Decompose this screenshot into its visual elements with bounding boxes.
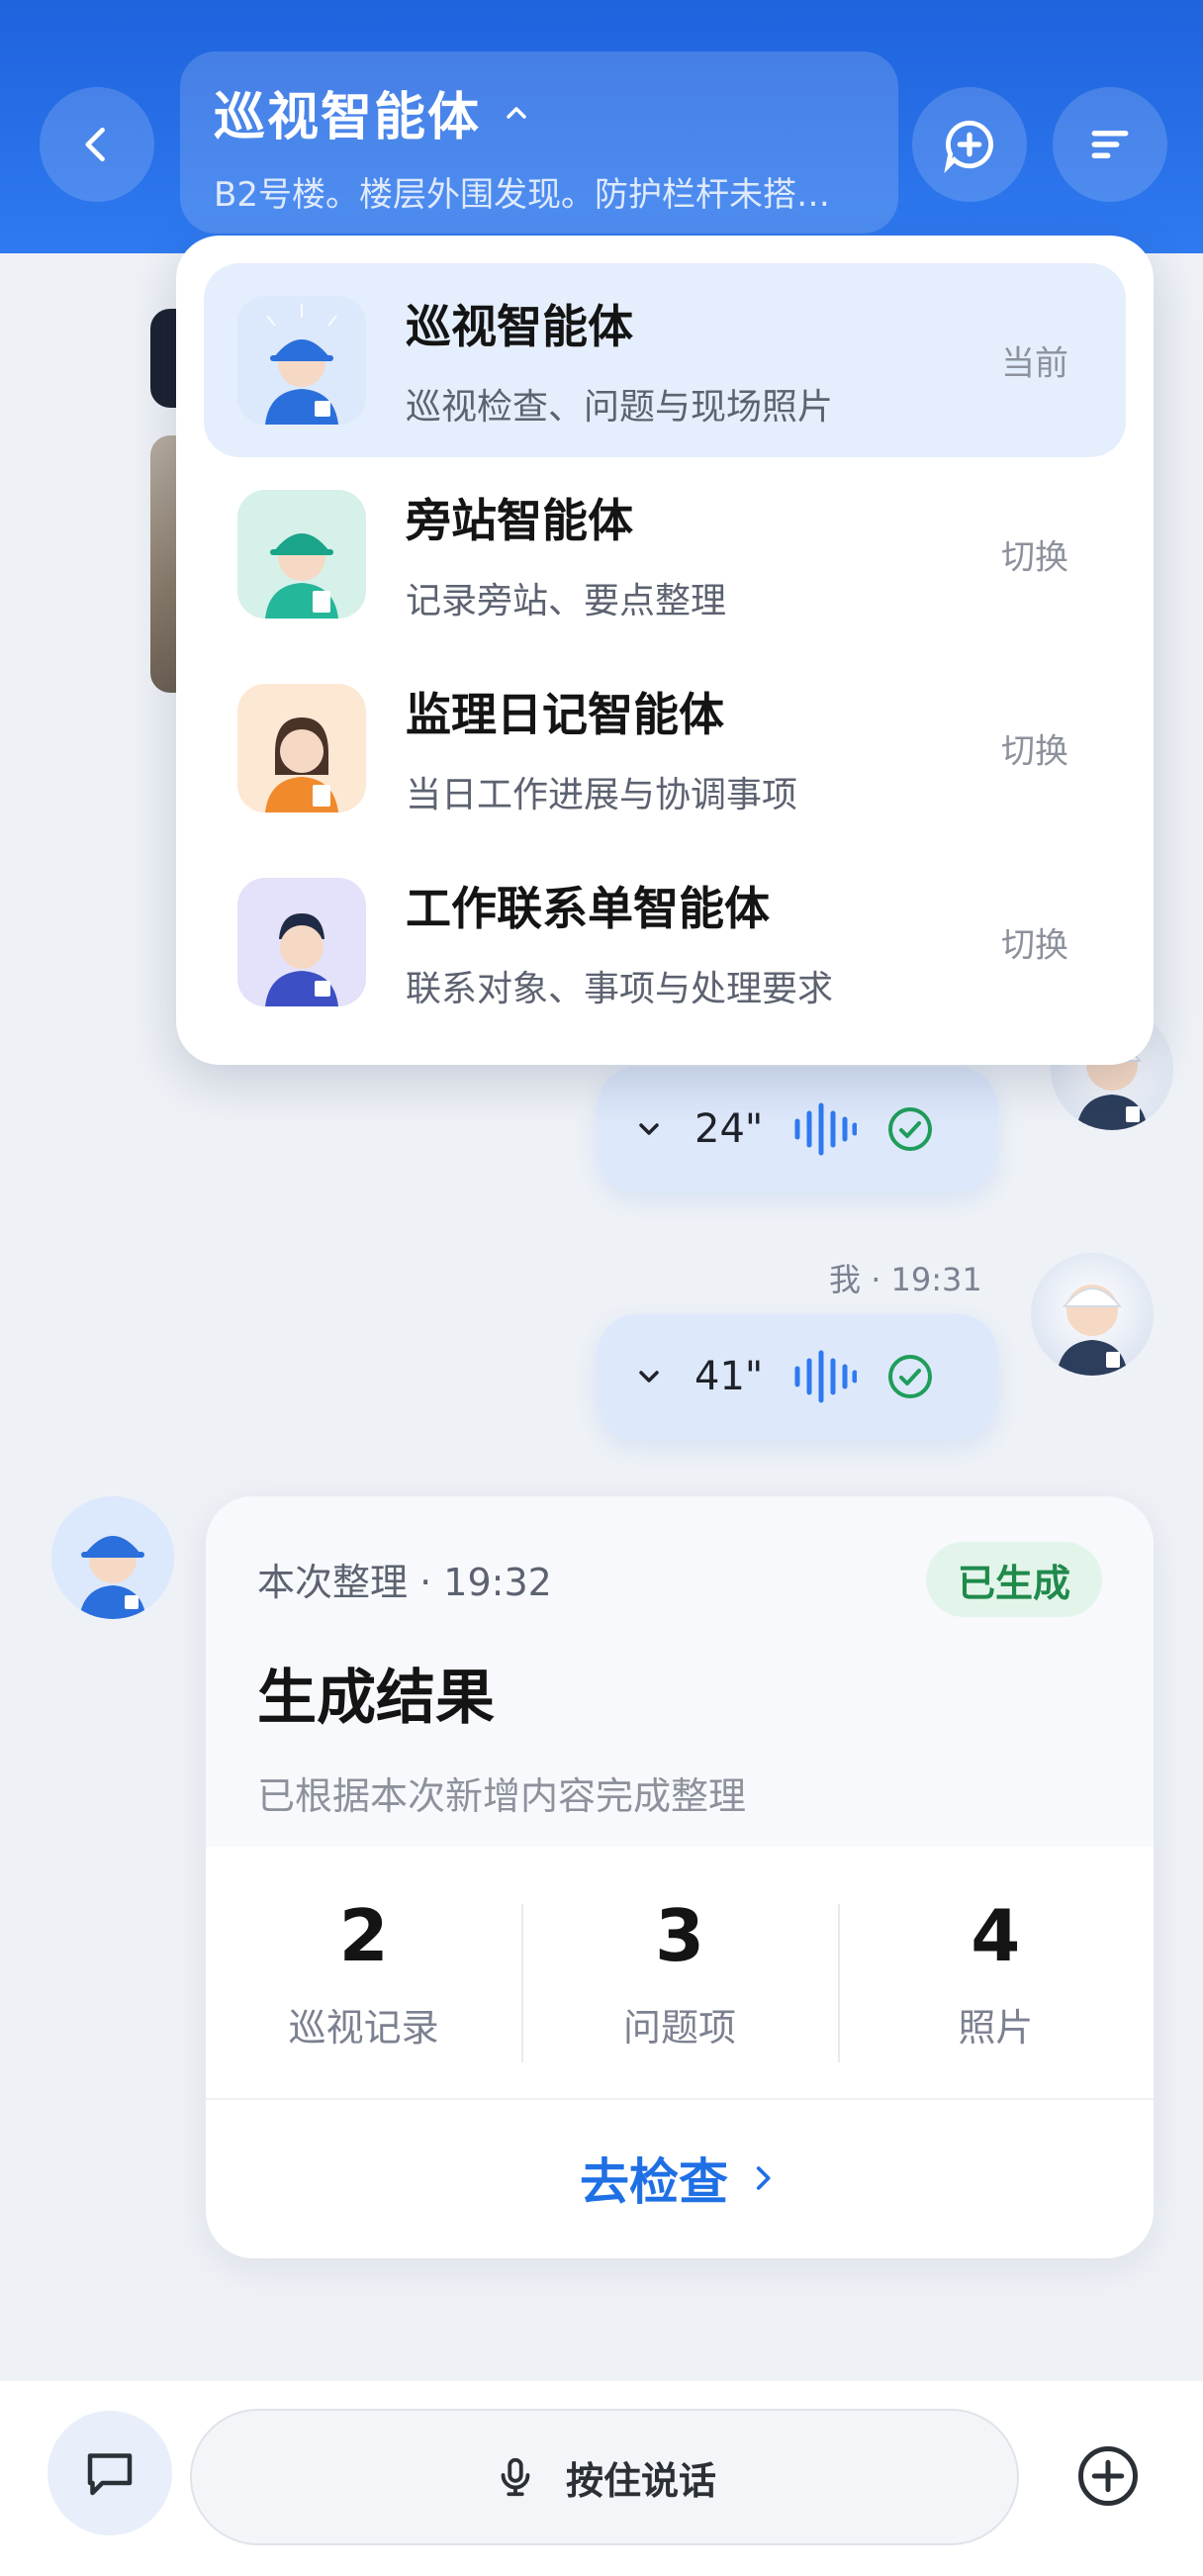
plus-circle-icon [1078,2446,1138,2506]
chevron-left-icon [85,127,105,162]
result-title: 生成结果 [257,1664,495,1733]
stat-photos[interactable]: 4 照片 [837,1893,1154,2062]
result-card-header: 本次整理 · 19:32 已生成 生成结果 已根据本次新增内容完成整理 [206,1496,1154,1847]
page-subtitle: B2号楼。楼层外围发现。防护栏杆未搭… [214,175,830,215]
result-time: 19:32 [443,1561,552,1604]
agent-description: 巡视检查、问题与现场照片 [406,387,834,428]
agent-option-contact-sheet[interactable]: 工作联系单智能体 联系对象、事项与处理要求 切换 [204,845,1126,1039]
agent-description: 记录旁站、要点整理 [406,581,727,621]
chevron-down-icon [639,1123,659,1135]
check-circle-icon [888,1107,932,1151]
microphone-icon [501,2457,530,2497]
hold-to-talk-label: 按住说话 [565,2458,716,2503]
result-stats: 2 巡视记录 3 问题项 4 照片 [206,1847,1154,2100]
agent-name: 监理日记智能体 [406,688,724,741]
waveform-icon [794,1102,857,1156]
stat-patrol-records[interactable]: 2 巡视记录 [206,1894,521,2051]
new-chat-button[interactable] [912,87,1027,202]
voice-message[interactable]: 41" [598,1314,997,1439]
result-card: 本次整理 · 19:32 已生成 生成结果 已根据本次新增内容完成整理 2 巡视… [206,1496,1154,2258]
status-badge: 已生成 [925,1542,1102,1617]
go-check-label: 去检查 [580,2153,728,2211]
voice-duration: 24" [694,1106,764,1152]
agent-switch-button[interactable]: 切换 [1001,530,1068,579]
menu-button[interactable] [1053,87,1167,202]
agent-avatar [237,684,366,812]
result-label: 本次整理 [257,1561,409,1604]
chevron-down-icon [639,1371,659,1383]
agent-option-patrol[interactable]: 巡视智能体 巡视检查、问题与现场照片 当前 [204,263,1126,457]
chat-plus-icon [944,120,993,173]
page-title: 巡视智能体 [214,88,482,147]
result-description: 已根据本次新增内容完成整理 [257,1774,747,1818]
voice-duration: 41" [694,1354,764,1399]
agent-avatar [237,296,366,425]
agent-switch-button[interactable]: 切换 [1001,724,1068,773]
sender-name: 我 [829,1261,862,1298]
agent-avatar [237,490,366,619]
agent-option-standby[interactable]: 旁站智能体 记录旁站、要点整理 切换 [204,457,1126,651]
stat-value: 3 [654,1893,705,1977]
app-header: 巡视智能体 B2号楼。楼层外围发现。防护栏杆未搭… [0,0,1203,253]
stat-value: 4 [971,1893,1021,1977]
agent-switch-button[interactable]: 切换 [1001,918,1068,967]
text-input-toggle[interactable] [47,2411,172,2535]
agent-description: 当日工作进展与协调事项 [406,775,798,815]
agent-option-diary[interactable]: 监理日记智能体 当日工作进展与协调事项 切换 [204,651,1126,845]
agent-name: 巡视智能体 [406,300,633,353]
waveform-icon [794,1350,857,1403]
stat-value: 2 [338,1893,389,1977]
check-circle-icon [888,1355,932,1398]
message-time: 19:31 [890,1261,982,1298]
agent-avatar [237,878,366,1006]
menu-icon [1091,131,1129,158]
dot-separator: · [419,1561,444,1604]
go-check-button[interactable]: 去检查 [206,2100,1154,2256]
agent-name: 旁站智能体 [406,494,633,547]
agent-avatar [51,1496,174,1619]
message-meta: 我 · 19:31 [829,1255,982,1300]
more-button[interactable] [1049,2417,1167,2535]
dot-separator: · [871,1261,891,1298]
agent-current-label: 当前 [1001,343,1068,384]
avatar [1031,1253,1154,1376]
back-button[interactable] [40,87,154,202]
stat-issues[interactable]: 3 问题项 [521,1893,837,2062]
stat-label: 问题项 [622,2005,736,2050]
agent-switcher[interactable]: 巡视智能体 B2号楼。楼层外围发现。防护栏杆未搭… [180,51,898,234]
voice-message[interactable]: 24" [598,1067,997,1192]
chevron-right-icon [756,2166,771,2190]
agent-dropdown: 巡视智能体 巡视检查、问题与现场照片 当前 旁站智能体 记录旁站、要点整理 切换 [176,236,1154,1065]
chevron-up-icon [507,106,526,119]
hold-to-talk-button[interactable]: 按住说话 [190,2409,1019,2545]
message-icon [87,2453,133,2496]
input-bar: 按住说话 [0,2381,1203,2576]
agent-name: 工作联系单智能体 [406,882,770,935]
stat-label: 照片 [958,2005,1034,2050]
agent-description: 联系对象、事项与处理要求 [406,969,834,1009]
stat-label: 巡视记录 [288,2005,439,2050]
